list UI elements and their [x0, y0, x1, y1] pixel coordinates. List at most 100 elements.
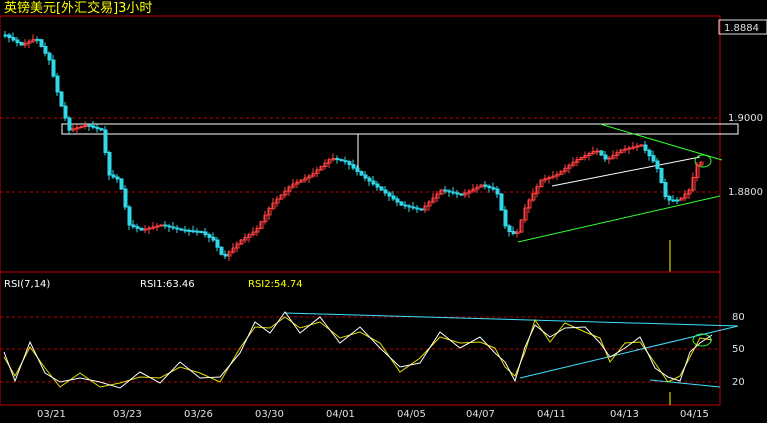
- candle-body: [207, 234, 212, 238]
- date-label: 04/07: [466, 409, 495, 420]
- candle-body: [143, 228, 148, 231]
- date-label: 03/26: [184, 409, 213, 420]
- candle-body: [91, 125, 96, 128]
- candle-body: [47, 52, 52, 61]
- candle-body: [203, 231, 208, 236]
- candle-body: [647, 149, 652, 157]
- candle-body: [111, 174, 116, 178]
- candle-body: [639, 144, 644, 147]
- y-tick-1.8800: 1.8800: [728, 187, 763, 198]
- candle-body: [103, 129, 108, 153]
- candle-body: [659, 168, 664, 183]
- candle-body: [335, 158, 340, 161]
- candle-body: [643, 144, 648, 151]
- rsi-tick-80: 80: [732, 312, 745, 323]
- candle-body: [187, 229, 192, 232]
- rsi-title: RSI(7,14): [4, 279, 50, 290]
- rsi-tick-50: 50: [732, 344, 745, 355]
- candle-body: [507, 225, 512, 232]
- candle-body: [51, 59, 56, 77]
- candle-body: [511, 231, 516, 234]
- date-label: 04/13: [610, 409, 639, 420]
- date-axis: 03/21 03/23 03/26 03/30 04/01 04/05 04/0…: [37, 409, 709, 420]
- candle-body: [503, 209, 508, 227]
- last-price-label: 1.8884: [724, 23, 759, 34]
- candle-body: [43, 45, 48, 54]
- candle-body: [123, 188, 128, 208]
- date-label: 04/05: [397, 409, 426, 420]
- date-label: 04/11: [537, 409, 566, 420]
- candle-body: [495, 188, 500, 195]
- candle-body: [367, 177, 372, 182]
- candle-body: [59, 91, 64, 107]
- price-panel: [0, 15, 721, 273]
- candle-body: [19, 42, 24, 46]
- candle-body: [607, 157, 612, 160]
- y-tick-1.9000: 1.9000: [728, 113, 763, 124]
- candle-body: [223, 253, 228, 257]
- candle-body: [651, 155, 656, 162]
- candle-body: [107, 152, 112, 176]
- candle-body: [383, 189, 388, 194]
- candle-body: [215, 239, 220, 248]
- candle-body: [407, 205, 412, 208]
- candle-body: [451, 191, 456, 194]
- candle-body: [411, 206, 416, 209]
- rsi1-series: [3, 311, 713, 389]
- candle-body: [359, 171, 364, 176]
- candle-body: [603, 154, 608, 160]
- candle-body: [339, 159, 344, 162]
- candle-body: [635, 145, 640, 148]
- candle-body: [655, 160, 660, 169]
- candle-body: [183, 229, 188, 232]
- candle-body: [119, 178, 124, 190]
- candle-body: [171, 226, 176, 229]
- date-label: 03/21: [37, 409, 66, 420]
- candle-body: [63, 105, 68, 119]
- candle-body: [147, 227, 152, 230]
- rsi1-value: RSI1:63.46: [140, 279, 195, 290]
- candle-body: [199, 231, 204, 234]
- rsi-upper-trendline: [284, 312, 739, 327]
- candle-body: [671, 199, 676, 202]
- candle-body: [459, 193, 464, 196]
- candle-body: [175, 227, 180, 230]
- date-label: 03/23: [113, 409, 142, 420]
- candle-body: [387, 192, 392, 197]
- candle-body: [55, 75, 60, 93]
- candle-body: [599, 150, 604, 156]
- candle-body: [191, 230, 196, 233]
- candle-body: [155, 225, 160, 228]
- candle-body: [195, 230, 200, 233]
- candle-body: [395, 198, 400, 203]
- candle-body: [127, 206, 132, 226]
- candle-body: [375, 183, 380, 188]
- candle-body: [139, 227, 144, 231]
- rsi-tick-20: 20: [732, 377, 745, 388]
- date-label: 04/15: [680, 409, 709, 420]
- candle-body: [403, 204, 408, 207]
- candle-body: [627, 147, 632, 150]
- candle-body: [95, 126, 100, 130]
- candle-body: [99, 128, 104, 131]
- candle-body: [415, 207, 420, 210]
- candle-body: [179, 228, 184, 231]
- candle-body: [623, 148, 628, 151]
- candle-body: [151, 226, 156, 229]
- candle-body: [379, 186, 384, 191]
- candle-body: [667, 196, 672, 201]
- chart-title: 英镑美元[外汇交易]3小时: [4, 0, 152, 16]
- candle-body: [447, 190, 452, 193]
- rsi-highlight-circle: [692, 333, 712, 347]
- candle-body: [675, 199, 680, 202]
- candle-body: [483, 184, 488, 187]
- candle-body: [3, 34, 8, 37]
- candle-body: [595, 150, 600, 153]
- channel-line: [551, 156, 701, 187]
- candle-body: [11, 37, 16, 41]
- candle-body: [631, 146, 636, 149]
- candle-body: [35, 38, 40, 41]
- rsi-lower-trendline: [649, 379, 721, 388]
- candle-body: [347, 161, 352, 166]
- candle-body: [7, 34, 12, 38]
